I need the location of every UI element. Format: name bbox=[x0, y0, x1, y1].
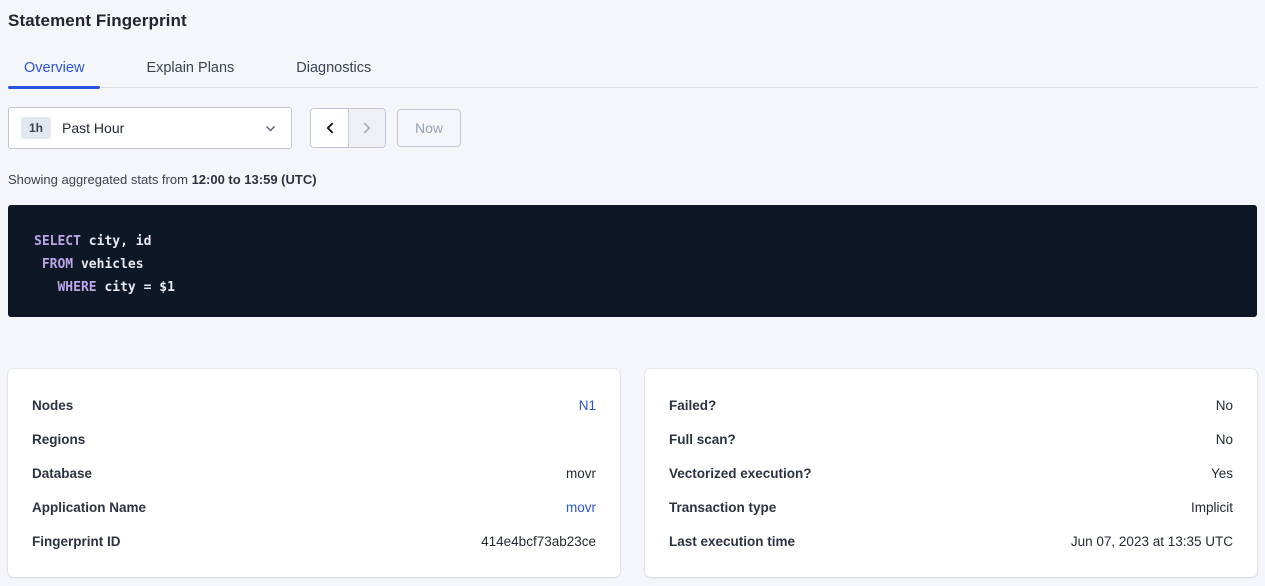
details-cards: NodesN1RegionsDatabasemovrApplication Na… bbox=[8, 369, 1257, 577]
sql-text bbox=[34, 257, 42, 272]
row-value: Yes bbox=[1211, 466, 1233, 481]
stats-caption-prefix: Showing aggregated stats from bbox=[8, 172, 192, 187]
sql-statement-box: SELECT city, id FROM vehicles WHERE city… bbox=[8, 205, 1257, 317]
page-title: Statement Fingerprint bbox=[8, 0, 1257, 31]
stats-caption-range: 12:00 to 13:59 (UTC) bbox=[192, 172, 317, 187]
row-value: No bbox=[1216, 398, 1233, 413]
row-label: Failed? bbox=[669, 398, 716, 413]
tab-explain-plans[interactable]: Explain Plans bbox=[130, 48, 250, 87]
row-label: Regions bbox=[32, 432, 85, 447]
now-button[interactable]: Now bbox=[397, 109, 461, 147]
chevron-left-icon bbox=[323, 121, 337, 135]
table-row: Transaction type Implicit bbox=[669, 490, 1233, 524]
statement-fingerprint-page: Statement Fingerprint Overview Explain P… bbox=[0, 0, 1265, 577]
table-row: Vectorized execution? Yes bbox=[669, 456, 1233, 490]
row-value-link[interactable]: N1 bbox=[579, 398, 596, 413]
sql-keyword: FROM bbox=[42, 257, 73, 272]
table-row: Database movr bbox=[32, 456, 596, 490]
row-label: Last execution time bbox=[669, 534, 795, 549]
statement-details-card-left: NodesN1RegionsDatabasemovrApplication Na… bbox=[8, 369, 620, 577]
row-label: Vectorized execution? bbox=[669, 466, 812, 481]
tab-bar: Overview Explain Plans Diagnostics bbox=[8, 48, 1257, 88]
tab-explain-plans-label: Explain Plans bbox=[146, 60, 234, 76]
sql-text: city = $1 bbox=[97, 280, 175, 295]
sql-line: WHERE city = $1 bbox=[34, 276, 1231, 299]
chevron-right-icon bbox=[360, 121, 374, 135]
sql-line: FROM vehicles bbox=[34, 253, 1231, 276]
table-row: Last execution time Jun 07, 2023 at 13:35… bbox=[669, 524, 1233, 558]
row-label: Full scan? bbox=[669, 432, 736, 447]
sql-text: city, id bbox=[81, 234, 151, 249]
time-controls-row: 1h Past Hour Now bbox=[8, 107, 1257, 149]
row-label: Fingerprint ID bbox=[32, 534, 121, 549]
tab-overview-label: Overview bbox=[24, 60, 84, 76]
time-interval-badge: 1h bbox=[21, 117, 51, 139]
row-label: Database bbox=[32, 466, 92, 481]
table-row: Full scan? No bbox=[669, 422, 1233, 456]
next-time-range-button[interactable] bbox=[348, 109, 385, 147]
row-value: Jun 07, 2023 at 13:35 UTC bbox=[1071, 534, 1233, 549]
sql-text: vehicles bbox=[73, 257, 143, 272]
table-row: Nodes N1 bbox=[32, 388, 596, 422]
row-label: Transaction type bbox=[669, 500, 776, 515]
table-row: Fingerprint ID 414e4bcf73ab23ce bbox=[32, 524, 596, 558]
sql-keyword: SELECT bbox=[34, 234, 81, 249]
row-value: 414e4bcf73ab23ce bbox=[481, 534, 596, 549]
row-label: Nodes bbox=[32, 398, 73, 413]
sql-line: SELECT city, id bbox=[34, 230, 1231, 253]
sql-text bbox=[34, 280, 57, 295]
previous-time-range-button[interactable] bbox=[311, 109, 348, 147]
time-range-label: Past Hour bbox=[62, 120, 264, 136]
statement-details-card-right: Failed? No Full scan? No Vectorized executio… bbox=[645, 369, 1257, 577]
tab-overview[interactable]: Overview bbox=[8, 48, 100, 87]
time-range-pager bbox=[310, 108, 386, 148]
time-range-dropdown[interactable]: 1h Past Hour bbox=[8, 107, 292, 149]
row-value-link[interactable]: movr bbox=[566, 500, 596, 515]
row-value: No bbox=[1216, 432, 1233, 447]
table-row: Failed? No bbox=[669, 388, 1233, 422]
sql-keyword: WHERE bbox=[57, 280, 96, 295]
tab-diagnostics[interactable]: Diagnostics bbox=[280, 48, 387, 87]
row-value: movr bbox=[566, 466, 596, 481]
aggregated-stats-caption: Showing aggregated stats from 12:00 to 1… bbox=[8, 172, 1257, 187]
table-row: Application Name movr bbox=[32, 490, 596, 524]
row-label: Application Name bbox=[32, 500, 146, 515]
chevron-down-icon bbox=[264, 122, 277, 135]
row-value: Implicit bbox=[1191, 500, 1233, 515]
table-row: Regions bbox=[32, 422, 596, 456]
tab-diagnostics-label: Diagnostics bbox=[296, 60, 371, 76]
